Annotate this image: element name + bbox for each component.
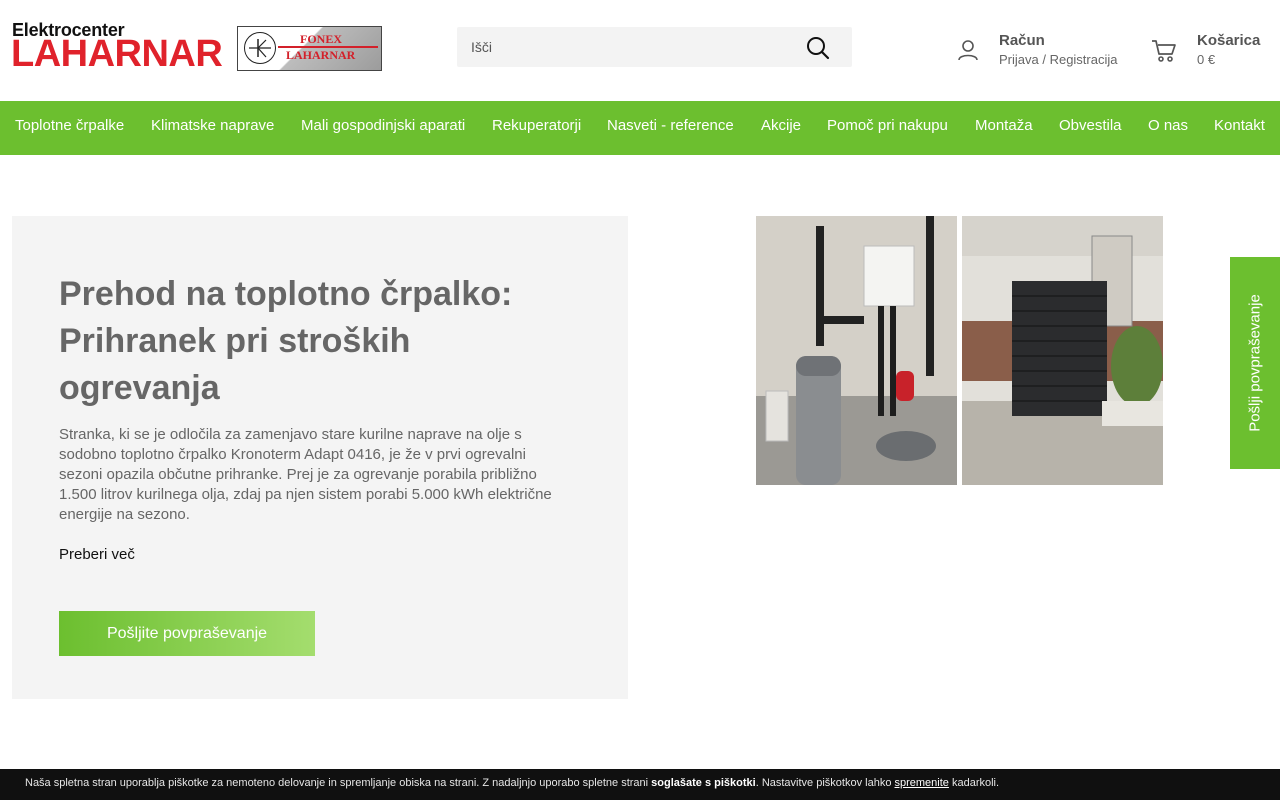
send-inquiry-button[interactable]: Pošljite povpraševanje xyxy=(59,611,315,656)
cookie-consent-bold: soglašate s piškotki xyxy=(651,777,756,789)
nav-item-akcije[interactable]: Akcije xyxy=(761,101,801,155)
search-icon[interactable] xyxy=(806,36,830,60)
fonex-text: FONEX xyxy=(300,32,342,46)
nav-item-pomoc-pri-nakupu[interactable]: Pomoč pri nakupu xyxy=(827,101,948,155)
search-input[interactable] xyxy=(471,27,791,67)
fonex-laharnar-text: LAHARNAR xyxy=(286,48,356,62)
boiler-room-photo[interactable] xyxy=(756,216,957,485)
logo-main-text: LAHARNAR xyxy=(11,33,223,75)
nav-item-kontakt[interactable]: Kontakt xyxy=(1214,101,1265,155)
cookie-settings-link[interactable]: spremenite xyxy=(895,777,949,789)
hero-card: Prehod na toplotno črpalko: Prihranek pr… xyxy=(12,216,628,699)
nav-item-obvestila[interactable]: Obvestila xyxy=(1059,101,1122,155)
search-bar xyxy=(457,27,852,67)
nav-item-klimatske-naprave[interactable]: Klimatske naprave xyxy=(151,101,274,155)
elektrocenter-laharnar-logo[interactable]: Elektrocenter LAHARNAR xyxy=(11,20,223,76)
cookie-text: Naša spletna stran uporablja piškotke za… xyxy=(25,769,999,798)
site-header: Elektrocenter LAHARNAR FONEX LAHARNAR Iš… xyxy=(0,0,1280,101)
cookie-text-after: kadarkoli. xyxy=(948,777,1000,789)
fonex-emblem-icon xyxy=(244,32,276,64)
account-title: Račun xyxy=(999,32,1045,49)
side-inquiry-label: Pošlji povpraševanje xyxy=(1246,294,1264,432)
hero-title: Prehod na toplotno črpalko: Prihranek pr… xyxy=(59,275,513,407)
nav-item-o-nas[interactable]: O nas xyxy=(1148,101,1188,155)
cart-link[interactable]: Košarica 0 € xyxy=(1150,30,1270,74)
user-icon xyxy=(956,38,980,62)
side-inquiry-tab[interactable]: Pošlji povpraševanje xyxy=(1230,257,1280,469)
fonex-laharnar-logo[interactable]: FONEX LAHARNAR xyxy=(237,26,382,71)
heat-pump-photo[interactable] xyxy=(962,216,1163,485)
account-link[interactable]: Račun Prijava / Registracija xyxy=(956,30,1136,74)
nav-item-mali-gospodinjski-aparati[interactable]: Mali gospodinjski aparati xyxy=(301,101,465,155)
nav-item-montaza[interactable]: Montaža xyxy=(975,101,1033,155)
cookie-text-middle: . Nastavitve piškotkov lahko xyxy=(755,777,895,789)
cart-icon xyxy=(1150,38,1178,64)
hero-text: Stranka, ki se je odločila za zamenjavo … xyxy=(59,426,552,523)
cart-title: Košarica xyxy=(1197,32,1261,49)
nav-item-rekuperatorji[interactable]: Rekuperatorji xyxy=(492,101,581,155)
main-navigation: Toplotne črpalke Klimatske naprave Mali … xyxy=(0,101,1280,155)
cookie-bar: Naša spletna stran uporablja piškotke za… xyxy=(0,769,1280,800)
nav-item-nasveti-reference[interactable]: Nasveti - reference xyxy=(607,101,734,155)
nav-item-toplotne-crpalke[interactable]: Toplotne črpalke xyxy=(15,101,124,155)
cookie-text-before: Naša spletna stran uporablja piškotke za… xyxy=(25,777,652,789)
login-register-link[interactable]: Prijava / Registracija xyxy=(999,52,1118,67)
read-more-link[interactable]: Preberi več xyxy=(59,546,135,563)
cart-amount: 0 € xyxy=(1197,52,1216,67)
